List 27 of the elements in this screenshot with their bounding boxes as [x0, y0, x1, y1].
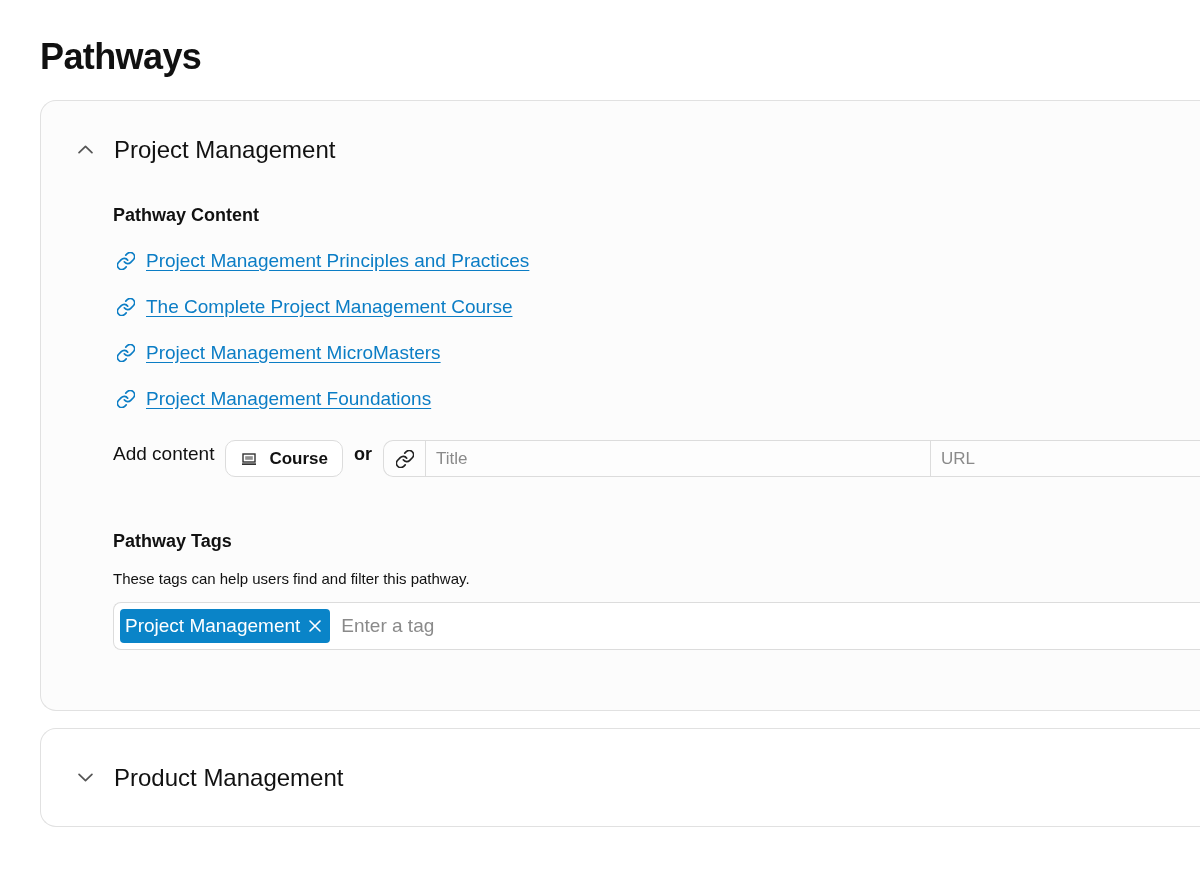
add-content-label: Add content: [113, 442, 215, 466]
tag-label: Project Management: [125, 614, 301, 638]
section-heading: Pathway Content: [113, 204, 259, 227]
link-icon: [117, 252, 135, 270]
course-link[interactable]: Project Management MicroMasters: [146, 341, 441, 365]
course-button[interactable]: Course: [225, 440, 343, 477]
link-icon: [395, 449, 414, 468]
url-field[interactable]: URL: [930, 440, 1200, 477]
monitor-icon: [242, 452, 257, 465]
link-icon: [117, 344, 135, 362]
page-title: Pathways: [40, 35, 202, 79]
chevron-down-icon[interactable]: [78, 773, 93, 782]
pathway-title[interactable]: Project Management: [114, 134, 336, 165]
or-label: or: [354, 443, 372, 466]
link-icon: [117, 298, 135, 316]
link-icon: [117, 390, 135, 408]
close-icon[interactable]: [309, 620, 322, 632]
title-field[interactable]: Title: [425, 440, 930, 477]
course-link[interactable]: The Complete Project Management Course: [146, 295, 513, 319]
tag-input[interactable]: Enter a tag: [335, 609, 1200, 643]
section-heading: Pathway Tags: [113, 530, 232, 553]
help-text: These tags can help users find and filter this pathway.: [113, 569, 470, 589]
course-link[interactable]: Project Management Foundations: [146, 387, 432, 411]
pathway-title[interactable]: Product Management: [114, 762, 344, 793]
course-link[interactable]: Project Management Principles and Practices: [146, 249, 530, 273]
chevron-up-icon[interactable]: [78, 145, 93, 154]
tag-input-field[interactable]: Project Management Enter a tag: [113, 602, 1200, 650]
